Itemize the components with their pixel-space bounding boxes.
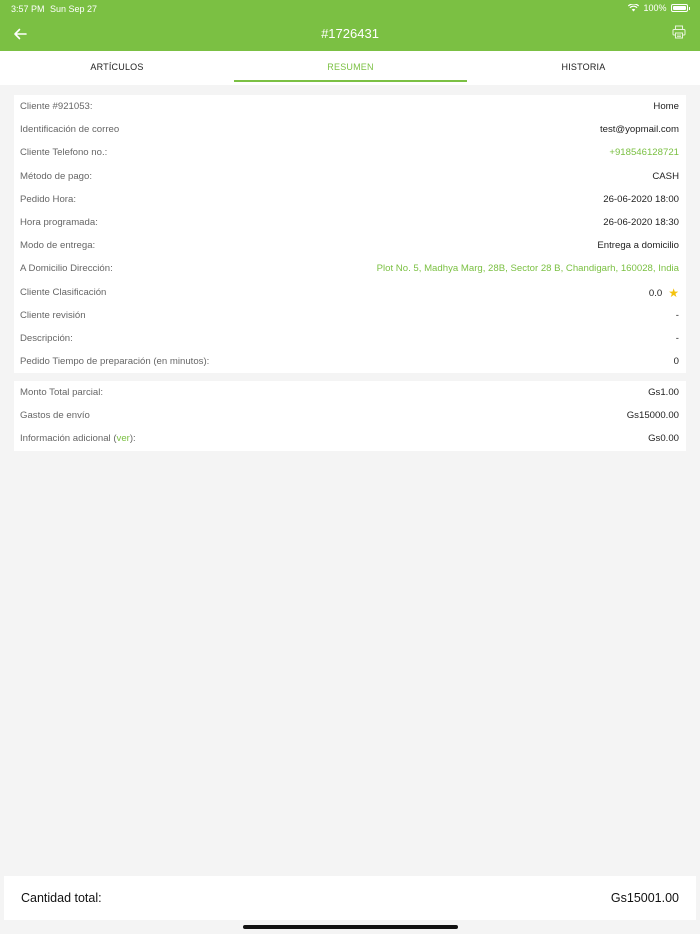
- row-value: -: [675, 309, 679, 321]
- total-value: Gs15001.00: [610, 891, 679, 905]
- row-label: Identificación de correo: [20, 124, 120, 136]
- summary-row-description: Descripción: -: [14, 327, 686, 350]
- row-label: Cliente #921053:: [20, 101, 93, 112]
- row-value: 26-06-2020 18:30: [603, 216, 679, 228]
- row-label: Gastos de envío: [20, 410, 90, 422]
- total-label: Cantidad total:: [21, 891, 102, 905]
- star-icon: ★: [668, 285, 679, 300]
- row-label: Descripción:: [20, 332, 73, 344]
- additional-label-post: ):: [129, 433, 136, 445]
- printer-icon: [672, 25, 686, 39]
- row-value: -: [675, 332, 679, 344]
- status-date: Sun Sep 27: [50, 4, 98, 14]
- summary-row-review: Cliente revisión -: [14, 304, 686, 327]
- summary-row-email: Identificación de correo test@yopmail.co…: [14, 118, 686, 141]
- address-link[interactable]: Plot No. 5, Madhya Marg, 28B, Sector 28 …: [377, 263, 679, 274]
- order-summary-card: Cliente #921053: Home Identificación de …: [14, 95, 686, 374]
- rating-value: 0.0: [648, 287, 663, 299]
- summary-row-scheduled-time: Hora programada: 26-06-2020 18:30: [14, 211, 686, 234]
- row-value: CASH: [652, 170, 679, 182]
- tab-historia[interactable]: HISTORIA: [467, 51, 700, 85]
- status-indicators: 100%: [628, 3, 690, 13]
- wifi-icon: [628, 4, 640, 12]
- view-link[interactable]: ver: [117, 433, 130, 444]
- summary-row-prep-time: Pedido Tiempo de preparación (en minutos…: [14, 350, 686, 373]
- row-label: Pedido Hora:: [20, 193, 76, 205]
- summary-row-payment: Método de pago: CASH: [14, 165, 686, 188]
- additional-label-pre: Información adicional (: [20, 433, 117, 445]
- row-label: Pedido Tiempo de preparación (en minutos…: [20, 356, 210, 368]
- summary-row-rating: Cliente Clasificación 0.0 ★: [14, 281, 686, 304]
- print-button[interactable]: [672, 25, 690, 43]
- row-label: Hora programada:: [20, 216, 98, 228]
- status-bar: 3:57 PM Sun Sep 27 100%: [0, 0, 700, 17]
- amount-row-subtotal: Monto Total parcial: Gs1.00: [14, 381, 686, 404]
- row-value: test@yopmail.com: [599, 124, 679, 136]
- row-label: Cliente Telefono no.:: [20, 147, 108, 159]
- row-value: Gs15000.00: [626, 410, 679, 422]
- row-label: Modo de entrega:: [20, 240, 96, 252]
- home-indicator[interactable]: [243, 925, 458, 929]
- row-value: Home: [653, 101, 679, 112]
- amount-row-shipping: Gastos de envío Gs15000.00: [14, 404, 686, 427]
- amount-row-additional: Información adicional (ver): Gs0.00: [14, 427, 686, 450]
- row-label: Cliente revisión: [20, 309, 86, 321]
- summary-row-delivery-mode: Modo de entrega: Entrega a domicilio: [14, 234, 686, 257]
- row-value: Gs1.00: [648, 387, 679, 398]
- total-bar: Cantidad total: Gs15001.00: [4, 876, 696, 920]
- summary-row-customer: Cliente #921053: Home: [14, 95, 686, 118]
- nav-bar: #1726431: [0, 17, 700, 51]
- row-label: Monto Total parcial:: [20, 387, 104, 398]
- row-label: Método de pago:: [20, 170, 93, 182]
- battery-percent: 100%: [643, 3, 667, 13]
- rating-value-wrap: 0.0 ★: [649, 287, 679, 299]
- row-value: Gs0.00: [648, 433, 679, 445]
- row-value: 0: [673, 356, 679, 368]
- row-value: Entrega a domicilio: [597, 240, 679, 252]
- row-label: A Domicilio Dirección:: [20, 263, 113, 275]
- battery-nub: [688, 6, 690, 10]
- row-label: Información adicional (ver):: [20, 433, 136, 444]
- row-value: 26-06-2020 18:00: [603, 193, 679, 205]
- row-label: Cliente Clasificación: [20, 286, 107, 298]
- battery-icon: [670, 4, 688, 12]
- active-tab-indicator: [234, 80, 467, 82]
- summary-row-order-time: Pedido Hora: 26-06-2020 18:00: [14, 188, 686, 211]
- summary-row-address: A Domicilio Dirección: Plot No. 5, Madhy…: [14, 257, 686, 280]
- status-time: 3:57 PM: [11, 4, 45, 14]
- amounts-card: Monto Total parcial: Gs1.00 Gastos de en…: [14, 381, 686, 451]
- phone-link[interactable]: +918546128721: [609, 147, 679, 158]
- summary-row-phone: Cliente Telefono no.: +918546128721: [14, 141, 686, 164]
- tab-articulos[interactable]: ARTÍCULOS: [0, 51, 234, 85]
- page-title: #1726431: [321, 26, 379, 41]
